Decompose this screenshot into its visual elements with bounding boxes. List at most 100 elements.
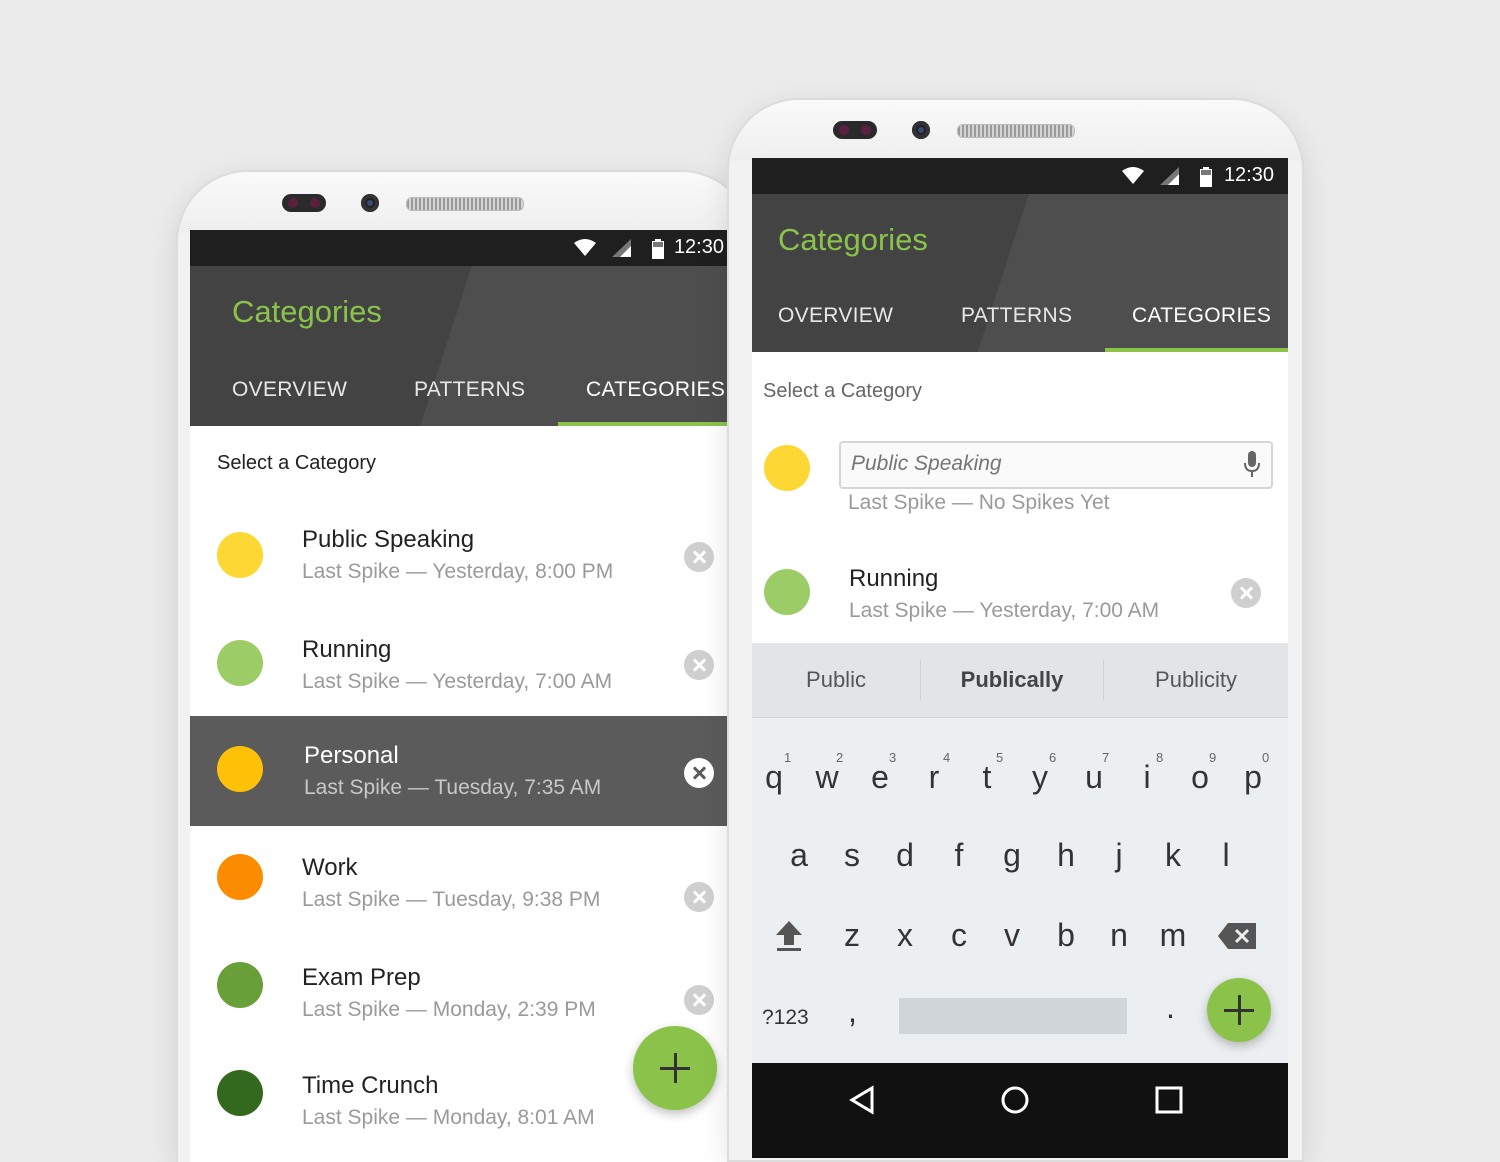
recents-icon[interactable] [1155, 1086, 1183, 1114]
key-v[interactable]: v [990, 917, 1034, 954]
category-color-dot [217, 854, 263, 900]
category-last-spike: Last Spike — No Spikes Yet [848, 491, 1110, 514]
battery-icon [1200, 167, 1212, 187]
page-title: Categories [232, 294, 382, 329]
category-name: Exam Prep [302, 964, 421, 991]
camera-icon [912, 121, 930, 139]
comma-key[interactable]: , [848, 993, 857, 1030]
status-time: 12:30 [673, 236, 724, 258]
key-h[interactable]: h [1044, 837, 1088, 874]
wifi-icon [574, 239, 596, 256]
category-name: Work [302, 854, 358, 881]
key-j[interactable]: j [1097, 837, 1141, 874]
shift-icon[interactable] [774, 919, 804, 953]
category-color-dot [217, 640, 263, 686]
key-w[interactable]: w [805, 759, 849, 796]
key-l[interactable]: l [1204, 837, 1248, 874]
suggestion-bar: Public Publically Publicity [752, 643, 1288, 718]
key-c[interactable]: c [937, 917, 981, 954]
suggestion-item[interactable]: Publicity [1104, 643, 1288, 717]
tab-overview[interactable]: OVERVIEW [778, 304, 893, 328]
speaker-grille [957, 124, 1075, 138]
symbols-key[interactable]: ?123 [762, 1006, 809, 1030]
key-o[interactable]: o [1178, 759, 1222, 796]
signal-icon [1160, 167, 1179, 185]
list-item[interactable]: Running Last Spike — Yesterday, 7:00 AM [752, 543, 1288, 643]
key-s[interactable]: s [830, 837, 874, 874]
key-k[interactable]: k [1151, 837, 1195, 874]
tab-indicator [558, 422, 738, 426]
tab-patterns[interactable]: PATTERNS [414, 378, 525, 402]
category-name: Running [302, 636, 392, 663]
key-y[interactable]: y [1018, 759, 1062, 796]
signal-icon [612, 239, 631, 257]
key-f[interactable]: f [937, 837, 981, 874]
category-last-spike: Last Spike — Yesterday, 7:00 AM [849, 599, 1160, 622]
remove-category-button[interactable] [1231, 578, 1261, 608]
category-name: Public Speaking [302, 526, 475, 553]
microphone-icon[interactable] [1243, 451, 1261, 479]
list-item[interactable]: Public Speaking Last Spike — Yesterday, … [190, 500, 738, 610]
key-g[interactable]: g [990, 837, 1034, 874]
sensor-icon [833, 121, 877, 139]
remove-category-button[interactable] [684, 758, 714, 788]
suggestion-item[interactable]: Publically [921, 643, 1103, 717]
remove-category-button[interactable] [684, 650, 714, 680]
add-category-button[interactable] [633, 1026, 717, 1110]
left-screen: 12:30 Categories OVERVIEW PATTERNS CATEG… [190, 230, 738, 1162]
tab-patterns[interactable]: PATTERNS [961, 304, 1072, 328]
app-bar: Categories OVERVIEW PATTERNS CATEGORIES [752, 194, 1288, 352]
category-name: Time Crunch [302, 1072, 439, 1099]
key-r[interactable]: r [912, 759, 956, 796]
key-u[interactable]: u [1072, 759, 1116, 796]
category-name: Personal [304, 742, 399, 769]
category-last-spike: Last Spike — Tuesday, 7:35 AM [304, 776, 602, 799]
key-z[interactable]: z [830, 917, 874, 954]
key-b[interactable]: b [1044, 917, 1088, 954]
period-key[interactable]: . [1166, 989, 1175, 1026]
back-icon[interactable] [848, 1085, 876, 1115]
category-last-spike: Last Spike — Yesterday, 7:00 AM [302, 670, 613, 693]
key-m[interactable]: m [1151, 917, 1195, 954]
list-item[interactable]: Work Last Spike — Tuesday, 9:38 PM [190, 830, 738, 940]
remove-category-button[interactable] [684, 882, 714, 912]
key-i[interactable]: i [1125, 759, 1169, 796]
category-last-spike: Last Spike — Tuesday, 9:38 PM [302, 888, 601, 911]
status-bar: 12:30 [190, 230, 738, 266]
list-item[interactable]: Running Last Spike — Yesterday, 7:00 AM [190, 610, 738, 720]
key-e[interactable]: e [858, 759, 902, 796]
backspace-icon[interactable] [1218, 923, 1258, 949]
section-title: Select a Category [217, 452, 376, 474]
key-q[interactable]: q [752, 759, 796, 796]
camera-icon [361, 194, 379, 212]
remove-category-button[interactable] [684, 985, 714, 1015]
category-color-dot [217, 962, 263, 1008]
category-name-field[interactable] [839, 441, 1273, 489]
category-name-input[interactable] [849, 451, 1213, 477]
key-p[interactable]: p [1231, 759, 1275, 796]
status-time: 12:30 [1223, 164, 1274, 186]
status-bar: 12:30 [752, 158, 1288, 194]
key-t[interactable]: t [965, 759, 1009, 796]
category-color-dot [217, 1070, 263, 1116]
suggestion-item[interactable]: Public [752, 643, 920, 717]
spacebar[interactable] [899, 998, 1127, 1034]
key-x[interactable]: x [883, 917, 927, 954]
category-color-dot [764, 445, 810, 491]
page-title: Categories [778, 222, 928, 257]
home-icon[interactable] [1000, 1085, 1030, 1115]
app-bar: Categories OVERVIEW PATTERNS CATEGORIES [190, 266, 738, 426]
section-title: Select a Category [763, 380, 922, 402]
tab-categories[interactable]: CATEGORIES [1132, 304, 1271, 328]
tab-categories[interactable]: CATEGORIES [586, 378, 725, 402]
tab-overview[interactable]: OVERVIEW [232, 378, 347, 402]
key-d[interactable]: d [883, 837, 927, 874]
category-color-dot [764, 569, 810, 615]
category-color-dot [217, 746, 263, 792]
remove-category-button[interactable] [684, 542, 714, 572]
key-a[interactable]: a [777, 837, 821, 874]
key-n[interactable]: n [1097, 917, 1141, 954]
category-last-spike: Last Spike — Yesterday, 8:00 PM [302, 560, 614, 583]
list-item-selected[interactable]: Personal Last Spike — Tuesday, 7:35 AM [190, 716, 738, 826]
add-category-button[interactable] [1207, 978, 1271, 1042]
